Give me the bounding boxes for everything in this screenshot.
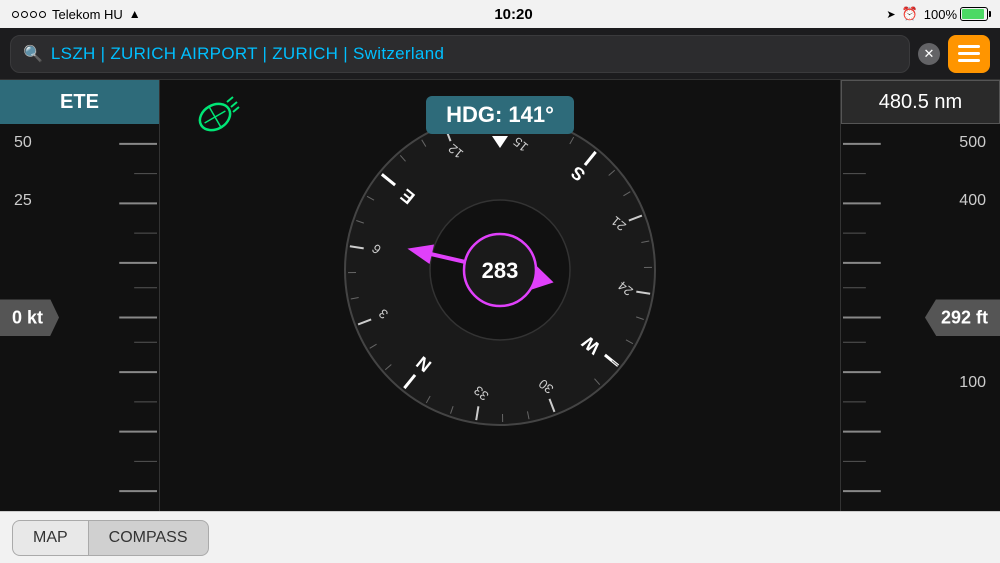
menu-line-3: [958, 59, 980, 62]
main-content: ETE 50 25: [0, 80, 1000, 511]
alarm-icon: ⏰: [902, 6, 918, 22]
satellite-icon: [190, 92, 240, 139]
clear-button[interactable]: ✕: [918, 43, 940, 65]
svg-text:283: 283: [482, 258, 519, 283]
signal-dots: [12, 11, 46, 18]
location-icon: ➤: [886, 8, 895, 21]
dot1: [12, 11, 19, 18]
dot3: [30, 11, 37, 18]
dot4: [39, 11, 46, 18]
scale-label-25: 25: [14, 192, 32, 210]
hdg-arrow: [492, 136, 508, 148]
status-left: Telekom HU ▲: [12, 7, 141, 22]
ete-scale: 50 25 0 kt: [0, 124, 159, 511]
status-bar: Telekom HU ▲ 10:20 ➤ ⏰ 100%: [0, 0, 1000, 28]
compass-svg: N E S W 3: [330, 100, 670, 440]
search-text: LSZH | ZURICH AIRPORT | ZURICH | Switzer…: [51, 44, 444, 64]
distance-header: 480.5 nm: [841, 80, 1000, 124]
map-tab[interactable]: MAP: [12, 520, 88, 556]
altitude-value: 292 ft: [925, 299, 1000, 336]
scale-label-500: 500: [959, 134, 986, 152]
status-right: ➤ ⏰ 100%: [886, 6, 988, 22]
search-icon: 🔍: [23, 44, 43, 64]
carrier-name: Telekom HU: [52, 7, 123, 22]
altitude-scale: 500 400 200 100 292 ft: [841, 124, 1000, 511]
battery-percent: 100%: [924, 7, 957, 22]
battery-fill: [962, 9, 984, 19]
menu-button[interactable]: [948, 35, 990, 73]
battery-icon: [960, 7, 988, 21]
tab-bar: MAP COMPASS: [0, 511, 1000, 563]
center-area: HDG: 141°: [160, 80, 840, 511]
compass-wrapper: N E S W 3: [330, 100, 670, 440]
compass-tab[interactable]: COMPASS: [88, 520, 209, 556]
search-bar: 🔍 LSZH | ZURICH AIRPORT | ZURICH | Switz…: [0, 28, 1000, 80]
dot2: [21, 11, 28, 18]
speed-value: 0 kt: [0, 299, 59, 336]
menu-line-2: [958, 52, 980, 55]
ete-header: ETE: [0, 80, 159, 124]
hdg-display: HDG: 141°: [426, 96, 574, 134]
scale-label-400: 400: [959, 192, 986, 210]
menu-line-1: [958, 45, 980, 48]
left-panel: ETE 50 25: [0, 80, 160, 511]
scale-label-100: 100: [959, 374, 986, 392]
search-input-container[interactable]: 🔍 LSZH | ZURICH AIRPORT | ZURICH | Switz…: [10, 35, 910, 73]
battery-container: 100%: [924, 7, 988, 22]
wifi-icon: ▲: [129, 7, 141, 21]
scale-label-50: 50: [14, 134, 32, 152]
right-panel: 480.5 nm 500 400 200 100: [840, 80, 1000, 511]
status-time: 10:20: [494, 6, 532, 23]
